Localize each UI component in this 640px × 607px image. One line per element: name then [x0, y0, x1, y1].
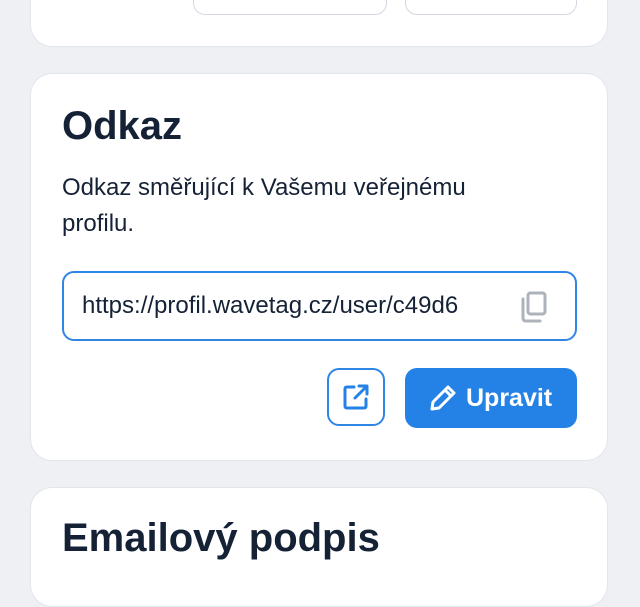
copy-icon[interactable]	[519, 291, 549, 323]
previous-card-button-right[interactable]	[405, 0, 577, 15]
previous-card-button-left[interactable]	[193, 0, 387, 15]
profile-card-previous	[30, 0, 608, 47]
open-profile-button[interactable]	[327, 368, 385, 426]
link-card-description: Odkaz směřující k Vašemu veřejnému profi…	[62, 174, 466, 237]
profile-url-field[interactable]	[62, 271, 577, 341]
edit-button[interactable]: Upravit	[405, 368, 577, 428]
edit-button-label: Upravit	[466, 384, 553, 412]
email-signature-title: Emailový podpis	[62, 516, 380, 560]
link-card-title: Odkaz	[62, 104, 183, 148]
email-signature-card: Emailový podpis	[30, 487, 608, 607]
profile-url-input[interactable]	[82, 273, 502, 339]
link-card: Odkaz Odkaz směřující k Vašemu veřejnému…	[30, 73, 608, 461]
